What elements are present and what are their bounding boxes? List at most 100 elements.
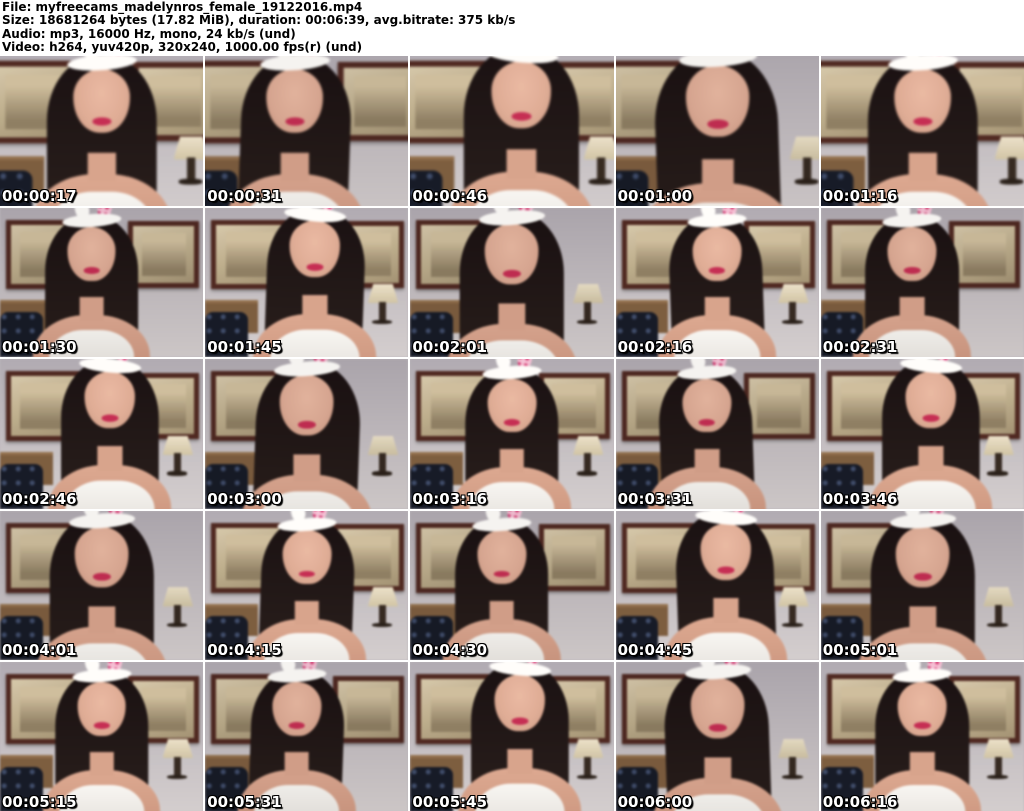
person-neck (87, 605, 116, 633)
person-neck (705, 297, 730, 322)
timestamp-overlay: 00:02:31 (822, 338, 898, 357)
thumbnail-scene (205, 359, 409, 509)
person-lips (914, 722, 931, 729)
thumbnail-scene (615, 662, 819, 811)
person-neck (284, 752, 309, 777)
person-neck (499, 448, 525, 473)
video-thumbnail: 00:02:46 (0, 359, 204, 509)
person-lips (716, 566, 734, 574)
person-neck (79, 297, 104, 322)
person-figure (821, 56, 1024, 206)
thumbnail-scene (205, 510, 409, 661)
person-lips (708, 724, 727, 732)
thumbnail-scene (205, 207, 409, 358)
video-thumbnail: 00:04:45 (615, 510, 819, 661)
thumbnail-scene (0, 510, 204, 661)
thumbnail-scene (615, 510, 819, 661)
person-figure (0, 207, 193, 358)
timestamp-overlay: 00:02:01 (412, 338, 488, 357)
video-thumbnail: 00:00:46 (410, 56, 614, 206)
video-thumbnail: 00:03:00 (205, 359, 409, 509)
person-lips (913, 572, 932, 580)
timestamp-overlay: 00:00:17 (2, 186, 77, 205)
person-figure (410, 207, 613, 358)
person-lips (912, 117, 932, 126)
timestamp-overlay: 00:01:16 (822, 186, 898, 205)
person-lips (297, 420, 316, 429)
video-thumbnail: 00:02:16 (615, 207, 819, 358)
person-figure (205, 359, 408, 509)
thumbnail-scene (410, 510, 614, 661)
timestamp-overlay: 00:05:01 (822, 641, 898, 660)
thumbnail-scene (0, 359, 204, 509)
timestamp-overlay: 00:01:30 (2, 338, 77, 357)
timestamp-overlay: 00:02:16 (617, 338, 693, 357)
timestamp-overlay: 00:05:45 (412, 793, 488, 811)
person-figure (619, 510, 819, 661)
person-figure (616, 56, 819, 206)
timestamp-overlay: 00:03:16 (412, 489, 488, 508)
file-info-header: File: myfreecams_madelynros_female_19122… (0, 0, 1024, 56)
timestamp-overlay: 00:01:00 (617, 186, 693, 205)
video-thumbnail: 00:05:01 (820, 510, 1024, 661)
header-line-file: File: myfreecams_madelynros_female_19122… (2, 0, 363, 14)
video-thumbnail: 00:01:00 (615, 56, 819, 206)
person-lips (288, 722, 305, 729)
person-neck (280, 152, 310, 181)
timestamp-overlay: 00:04:45 (617, 641, 693, 660)
person-lips (92, 117, 112, 126)
person-lips (698, 419, 716, 426)
person-lips (298, 570, 315, 578)
person-neck (908, 152, 937, 181)
header-line-video: Video: h264, yuv420p, 320x240, 1000.00 f… (2, 40, 363, 55)
person-lips (511, 111, 532, 121)
person-figure (821, 662, 1024, 811)
person-neck (293, 454, 321, 482)
timestamp-overlay: 00:04:15 (207, 641, 282, 660)
person-figure (3, 359, 203, 509)
person-figure (616, 359, 809, 509)
video-thumbnail: 00:06:00 (615, 662, 819, 811)
video-thumbnail: 00:04:30 (410, 510, 614, 661)
person-lips (285, 117, 305, 126)
person-neck (489, 600, 515, 625)
person-figure (410, 56, 613, 206)
video-thumbnail: 00:04:01 (0, 510, 204, 661)
thumbnail-scene (820, 207, 1024, 358)
person-neck (506, 148, 537, 179)
video-thumbnail: 00:06:16 (820, 662, 1024, 811)
person-figure (821, 207, 1014, 358)
video-thumbnail: 00:03:46 (820, 359, 1024, 509)
person-figure (824, 359, 1024, 509)
video-thumbnail: 00:04:15 (205, 510, 409, 661)
person-figure (205, 662, 398, 811)
person-neck (701, 158, 734, 191)
timestamp-overlay: 00:03:31 (617, 489, 693, 508)
person-lips (921, 414, 940, 422)
thumbnail-scene (410, 359, 614, 509)
person-figure (821, 510, 1024, 661)
video-thumbnail: 00:01:30 (0, 207, 204, 358)
person-lips (493, 570, 510, 578)
person-figure (0, 662, 203, 811)
timestamp-overlay: 00:00:46 (412, 186, 488, 205)
timestamp-overlay: 00:03:00 (207, 489, 282, 508)
person-figure (0, 510, 203, 661)
video-thumbnail: 00:03:16 (410, 359, 614, 509)
video-thumbnail: 00:01:16 (820, 56, 1024, 206)
timestamp-overlay: 00:01:45 (207, 338, 282, 357)
person-lips (92, 572, 111, 580)
person-figure (205, 510, 408, 661)
timestamp-overlay: 00:05:31 (207, 793, 282, 811)
person-neck (908, 605, 937, 633)
person-lips (709, 267, 726, 275)
person-neck (96, 445, 123, 472)
video-thumbnail: 00:01:45 (205, 207, 409, 358)
thumbnail-scene (820, 662, 1024, 811)
person-figure (413, 662, 613, 811)
person-lips (904, 267, 921, 275)
person-neck (498, 302, 526, 330)
thumbnail-scene (615, 56, 819, 206)
thumbnail-scene (615, 359, 819, 509)
thumbnail-scene (0, 662, 204, 811)
